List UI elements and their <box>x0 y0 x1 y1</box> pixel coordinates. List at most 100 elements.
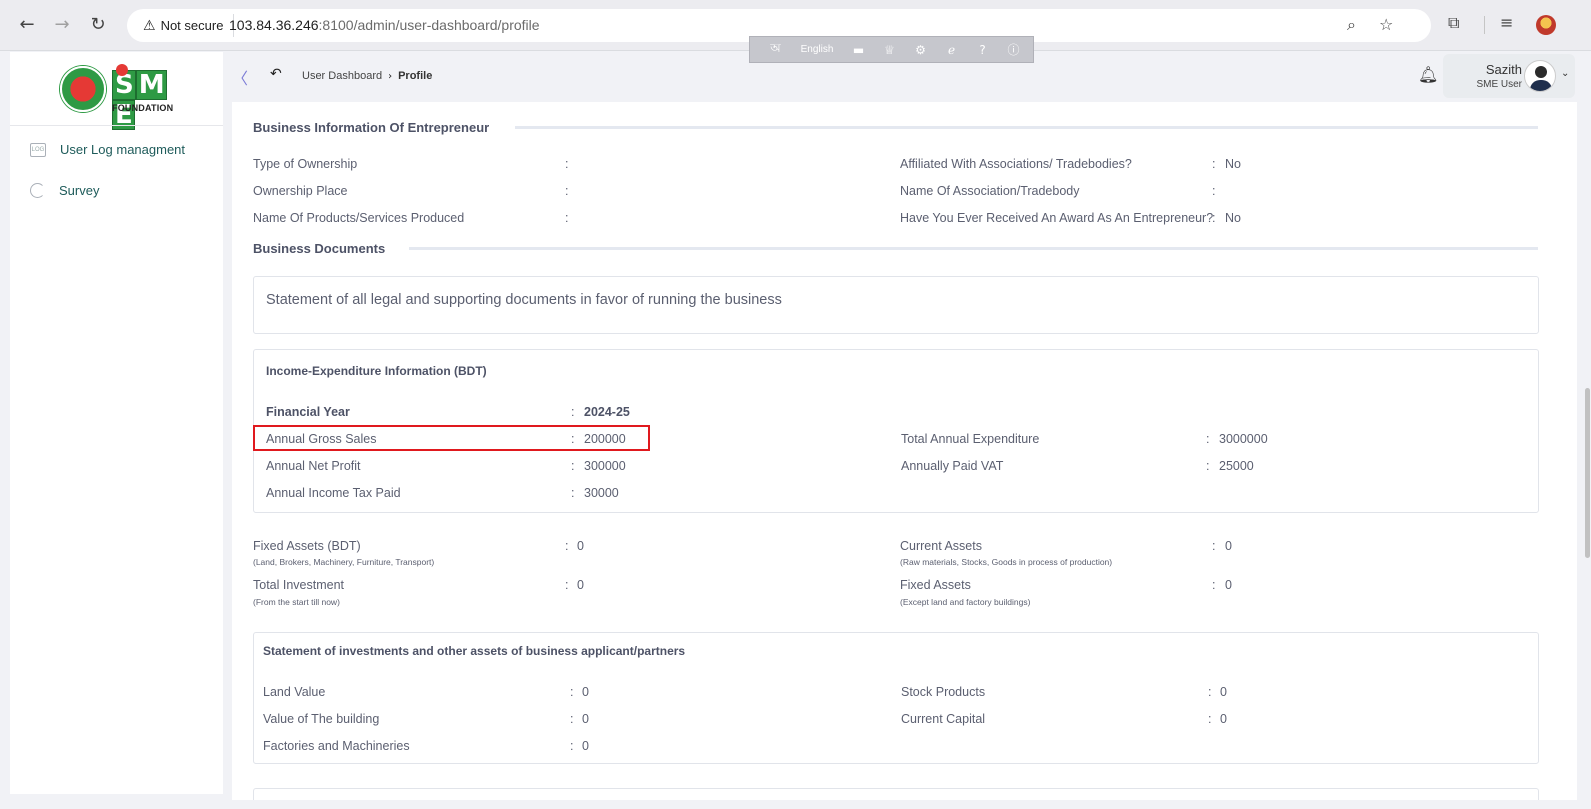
sidebar-item-label: User Log managment <box>60 142 186 157</box>
field-label: Affiliated With Associations/ Tradebodie… <box>900 157 1132 171</box>
field-value: 0 <box>1225 539 1232 553</box>
field-value: 0 <box>582 685 589 699</box>
chevron-down-icon[interactable]: ⌄ <box>1561 68 1569 79</box>
bookmark-star-icon[interactable]: ☆ <box>1379 15 1393 34</box>
field-colon: : <box>571 405 575 419</box>
field-value: 0 <box>1220 685 1227 699</box>
field-value: 0 <box>577 539 584 553</box>
page-scrollbar[interactable] <box>1584 52 1591 809</box>
field-label: Name Of Products/Services Produced <box>253 211 465 225</box>
field-value: No <box>1225 157 1241 171</box>
field-label: Value of The building <box>263 712 380 726</box>
field-label: Annual Net Profit <box>266 459 361 473</box>
field-colon: : <box>565 578 569 592</box>
highlight-box <box>253 425 650 451</box>
government-emblem-icon <box>60 66 106 112</box>
field-colon: : <box>1212 211 1216 225</box>
field-value: 0 <box>577 578 584 592</box>
field-label: Annually Paid VAT <box>901 459 1004 473</box>
field-label: Annual Income Tax Paid <box>266 486 401 500</box>
info-icon[interactable]: ⓘ <box>998 41 1029 58</box>
profile-content: Business Information Of Entrepreneur Typ… <box>232 102 1577 800</box>
field-value: 0 <box>1220 712 1227 726</box>
sidebar-item-label: Survey <box>59 183 100 198</box>
field-label: Name Of Association/Tradebody <box>900 184 1080 198</box>
user-menu[interactable]: Sazith SME User ⌄ <box>1443 54 1575 98</box>
collapse-sidebar-icon[interactable]: 〈 <box>232 65 248 89</box>
field-colon: : <box>565 157 569 171</box>
media-control-icon[interactable]: ≡ <box>1500 13 1513 32</box>
field-colon: : <box>570 685 574 699</box>
avatar <box>1524 60 1556 92</box>
sidebar-item-user-log[interactable]: LOG User Log managment <box>30 142 185 157</box>
field-label: Total Investment <box>253 578 345 592</box>
field-colon: : <box>1208 685 1212 699</box>
field-value: 30000 <box>584 486 619 500</box>
field-colon: : <box>571 486 575 500</box>
field-value: 0 <box>1225 578 1232 592</box>
breadcrumb: User Dashboard › Profile <box>302 70 432 82</box>
url-text[interactable]: 103.84.36.246:8100/admin/user-dashboard/… <box>229 17 540 33</box>
language-select[interactable]: English <box>791 44 843 55</box>
field-label: Current Assets <box>900 539 982 553</box>
notification-bell-icon[interactable]: 🔔︎ <box>1418 65 1438 84</box>
field-colon: : <box>1212 539 1216 553</box>
scrollbar-thumb[interactable] <box>1585 388 1590 558</box>
section-title-business-info: Business Information Of Entrepreneur <box>253 120 490 135</box>
field-value: 0 <box>582 739 589 753</box>
field-colon: : <box>1212 157 1216 171</box>
sme-foundation-logo[interactable]: S ME FOUNDATION <box>60 64 180 130</box>
url-host: 103.84.36.246 <box>229 17 319 33</box>
browser-profile-avatar[interactable] <box>1536 15 1556 35</box>
award-icon[interactable]: ♕ <box>874 43 905 57</box>
field-label: Ownership Place <box>253 184 348 198</box>
field-label: Type of Ownership <box>253 157 358 171</box>
field-label: Land Value <box>263 685 326 699</box>
field-label: Factories and Machineries <box>263 739 410 753</box>
toolbar-divider <box>1484 16 1485 34</box>
field-colon: : <box>571 459 575 473</box>
field-colon: : <box>565 211 569 225</box>
section-divider <box>515 126 1538 129</box>
field-colon: : <box>1212 184 1216 198</box>
documents-statement-text: Statement of all legal and supporting do… <box>266 292 782 308</box>
field-hint: (From the start till now) <box>253 597 340 607</box>
bengali-script-icon[interactable]: অ <box>760 40 791 60</box>
settings-gear-icon[interactable]: ⚙ <box>905 43 936 57</box>
forward-arrow-icon[interactable]: → <box>51 14 73 36</box>
breadcrumb-parent[interactable]: User Dashboard <box>302 70 382 82</box>
field-value: No <box>1225 211 1241 225</box>
field-value: 25000 <box>1219 459 1254 473</box>
reload-icon[interactable]: ↻ <box>87 14 109 36</box>
pie-chart-icon <box>30 183 45 198</box>
field-value: 0 <box>582 712 589 726</box>
security-label: Not secure <box>160 18 224 33</box>
field-colon: : <box>565 184 569 198</box>
documents-statement-box: Statement of all legal and supporting do… <box>253 276 1539 334</box>
financial-year-value: 2024-25 <box>584 405 630 419</box>
user-role: SME User <box>1476 79 1522 90</box>
sidebar: S ME FOUNDATION LOG User Log managment Su… <box>10 52 223 794</box>
financial-year-label: Financial Year <box>266 405 350 419</box>
help-icon[interactable]: ? <box>967 43 998 57</box>
sidebar-item-survey[interactable]: Survey <box>30 183 99 198</box>
security-indicator[interactable]: ⚠ Not secure <box>135 14 235 37</box>
field-label: Fixed Assets <box>900 578 971 592</box>
zoom-icon[interactable]: ⌕ <box>1347 15 1356 35</box>
field-value: 300000 <box>584 459 626 473</box>
back-arrow-icon[interactable]: ← <box>16 14 38 36</box>
undo-back-icon[interactable]: ↶ <box>270 66 282 82</box>
keyboard-icon[interactable]: ▬ <box>843 43 874 57</box>
browser-icon[interactable]: ℯ <box>936 43 967 57</box>
chevron-right-icon: › <box>388 70 393 82</box>
investments-title: Statement of investments and other asset… <box>263 644 686 658</box>
field-label: Stock Products <box>901 685 986 699</box>
extensions-icon[interactable]: ⧉ <box>1448 13 1459 33</box>
section-divider <box>409 247 1538 250</box>
sidebar-divider <box>10 125 223 126</box>
field-colon: : <box>565 539 569 553</box>
income-expenditure-title: Income-Expenditure Information (BDT) <box>266 364 487 378</box>
field-label: Total Annual Expenditure <box>901 432 1040 446</box>
sme-logo-text: S ME <box>112 64 180 130</box>
field-colon: : <box>1206 459 1210 473</box>
